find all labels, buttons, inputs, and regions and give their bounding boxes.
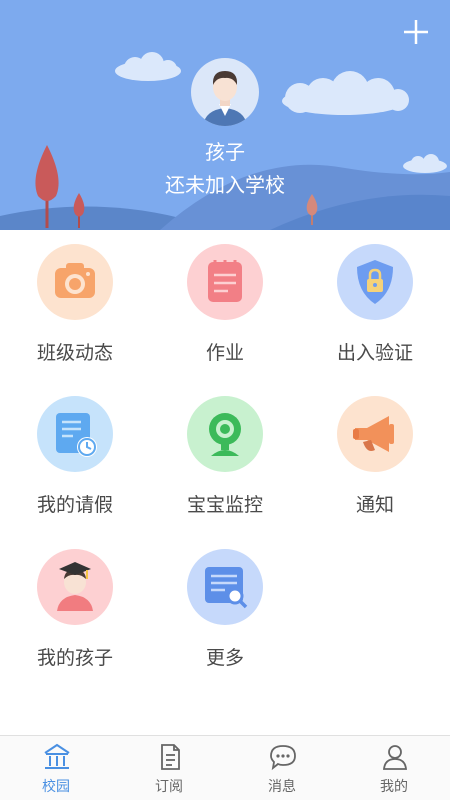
baby-monitor-icon-circle [187,396,263,472]
entry-verification-button[interactable]: 出入验证 [300,230,450,380]
tab-campus[interactable]: 校园 [0,736,112,800]
class-moments-button[interactable]: 班级动态 [0,230,150,380]
entry-verification-label: 出入验证 [336,342,413,364]
camera-icon [55,263,95,298]
entry-verification-icon-circle [337,244,413,320]
leave-document-icon [56,413,97,457]
my-leave-label: 我的请假 [36,494,113,516]
homework-icon-circle [187,244,263,320]
tab-mine[interactable]: 我的 [338,736,450,800]
plus-icon[interactable] [398,14,434,50]
more-button[interactable]: 更多 [150,535,300,685]
document-search-icon [205,567,248,609]
subscription-icon [161,744,180,770]
profile-icon [383,745,407,770]
notice-label: 通知 [355,494,394,516]
homework-button[interactable]: 作业 [150,230,300,380]
profile-header: 孩子 还未加入学校 [0,0,450,230]
child-name: 孩子 [205,140,245,164]
notice-icon-circle [337,396,413,472]
tab-subscription-label: 订阅 [155,779,183,795]
shield-lock-icon [357,260,393,304]
notice-button[interactable]: 通知 [300,382,450,532]
class-moments-label: 班级动态 [36,342,113,364]
tab-campus-label: 校园 [42,779,70,795]
homework-label: 作业 [205,342,244,364]
bottom-tab-bar: 校园 订阅 消息 我的 [0,735,450,800]
boy-avatar-icon [203,71,247,126]
notebook-icon [208,260,242,302]
more-icon-circle [187,549,263,625]
megaphone-icon [353,416,394,452]
class-moments-icon-circle [37,244,113,320]
my-leave-button[interactable]: 我的请假 [0,382,150,532]
tab-messages-label: 消息 [268,779,296,795]
tab-subscription[interactable]: 订阅 [113,736,225,800]
more-label: 更多 [205,647,244,669]
school-icon [44,743,70,769]
my-leave-icon-circle [37,396,113,472]
baby-monitor-button[interactable]: 宝宝监控 [150,382,300,532]
avatar[interactable] [191,58,259,126]
tab-mine-label: 我的 [380,779,408,795]
message-icon [270,745,296,771]
school-status: 还未加入学校 [165,173,285,197]
webcam-icon [209,413,241,456]
graduate-icon [57,562,93,611]
baby-monitor-label: 宝宝监控 [186,494,263,516]
tab-messages[interactable]: 消息 [226,736,338,800]
my-child-button[interactable]: 我的孩子 [0,535,150,685]
my-child-label: 我的孩子 [36,647,113,669]
my-child-icon-circle [37,549,113,625]
